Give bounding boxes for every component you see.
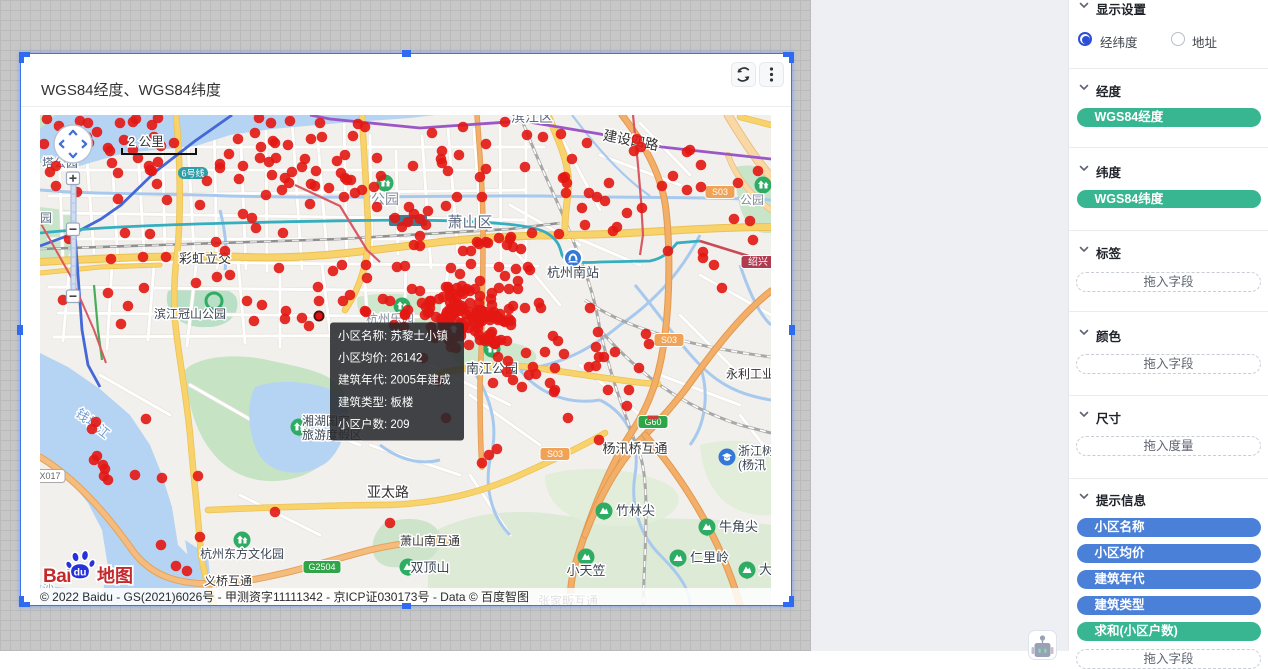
- svg-text:X017: X017: [40, 471, 61, 481]
- svg-text:亚太路: 亚太路: [367, 484, 409, 500]
- svg-text:义桥互通: 义桥互通: [203, 574, 251, 588]
- svg-text:地图: 地图: [97, 565, 133, 586]
- svg-text:du: du: [73, 566, 86, 578]
- svg-text:杭州南站: 杭州南站: [546, 265, 598, 280]
- svg-text:小区名称: 苏黎士小镇: 小区名称: 苏黎士小镇: [338, 328, 448, 342]
- svg-text:仁里岭: 仁里岭: [690, 550, 729, 565]
- svg-text:滨江区: 滨江区: [511, 115, 553, 125]
- svg-text:Bai: Bai: [43, 566, 71, 587]
- svg-text:S03: S03: [660, 335, 676, 345]
- svg-text:S03: S03: [711, 187, 727, 197]
- svg-text:公园: 公园: [739, 193, 763, 207]
- svg-text:杭州东方文化园: 杭州东方文化园: [199, 546, 283, 561]
- svg-text:杨汛桥互通: 杨汛桥互通: [602, 441, 667, 456]
- svg-text:大岩: 大岩: [759, 562, 771, 577]
- svg-text:滨江冠山公园: 滨江冠山公园: [153, 306, 225, 321]
- svg-text:小区户数: 209: 小区户数: 209: [338, 416, 410, 430]
- svg-text:建筑类型: 板楼: 建筑类型: 板楼: [338, 394, 414, 408]
- svg-text:小区均价: 26142: 小区均价: 26142: [338, 351, 422, 364]
- svg-text:建筑年代: 2005年建成: 建筑年代: 2005年建成: [338, 372, 451, 386]
- svg-text:2 公里: 2 公里: [128, 135, 163, 149]
- svg-text:S03: S03: [546, 449, 562, 459]
- svg-text:G2504: G2504: [308, 562, 335, 572]
- svg-text:竹林尖: 竹林尖: [616, 503, 655, 518]
- svg-text:双顶山: 双顶山: [410, 560, 449, 575]
- svg-text:萧山区: 萧山区: [447, 214, 492, 231]
- svg-text:小天笠: 小天笠: [566, 563, 605, 578]
- svg-text:(杨汛: (杨汛: [738, 457, 766, 472]
- svg-text:绍兴: 绍兴: [748, 255, 768, 268]
- svg-text:6号线: 6号线: [181, 167, 204, 178]
- svg-text:浙江树: 浙江树: [738, 443, 771, 458]
- svg-text:© 2022 Baidu - GS(2021)6026号 -: © 2022 Baidu - GS(2021)6026号 - 甲测资字11111…: [40, 589, 529, 604]
- svg-text:永利工业园区: 永利工业园区: [726, 367, 771, 381]
- svg-text:牛角尖: 牛角尖: [719, 519, 758, 534]
- svg-text:园: 园: [40, 211, 52, 225]
- svg-text:萧山南互通: 萧山南互通: [399, 533, 459, 548]
